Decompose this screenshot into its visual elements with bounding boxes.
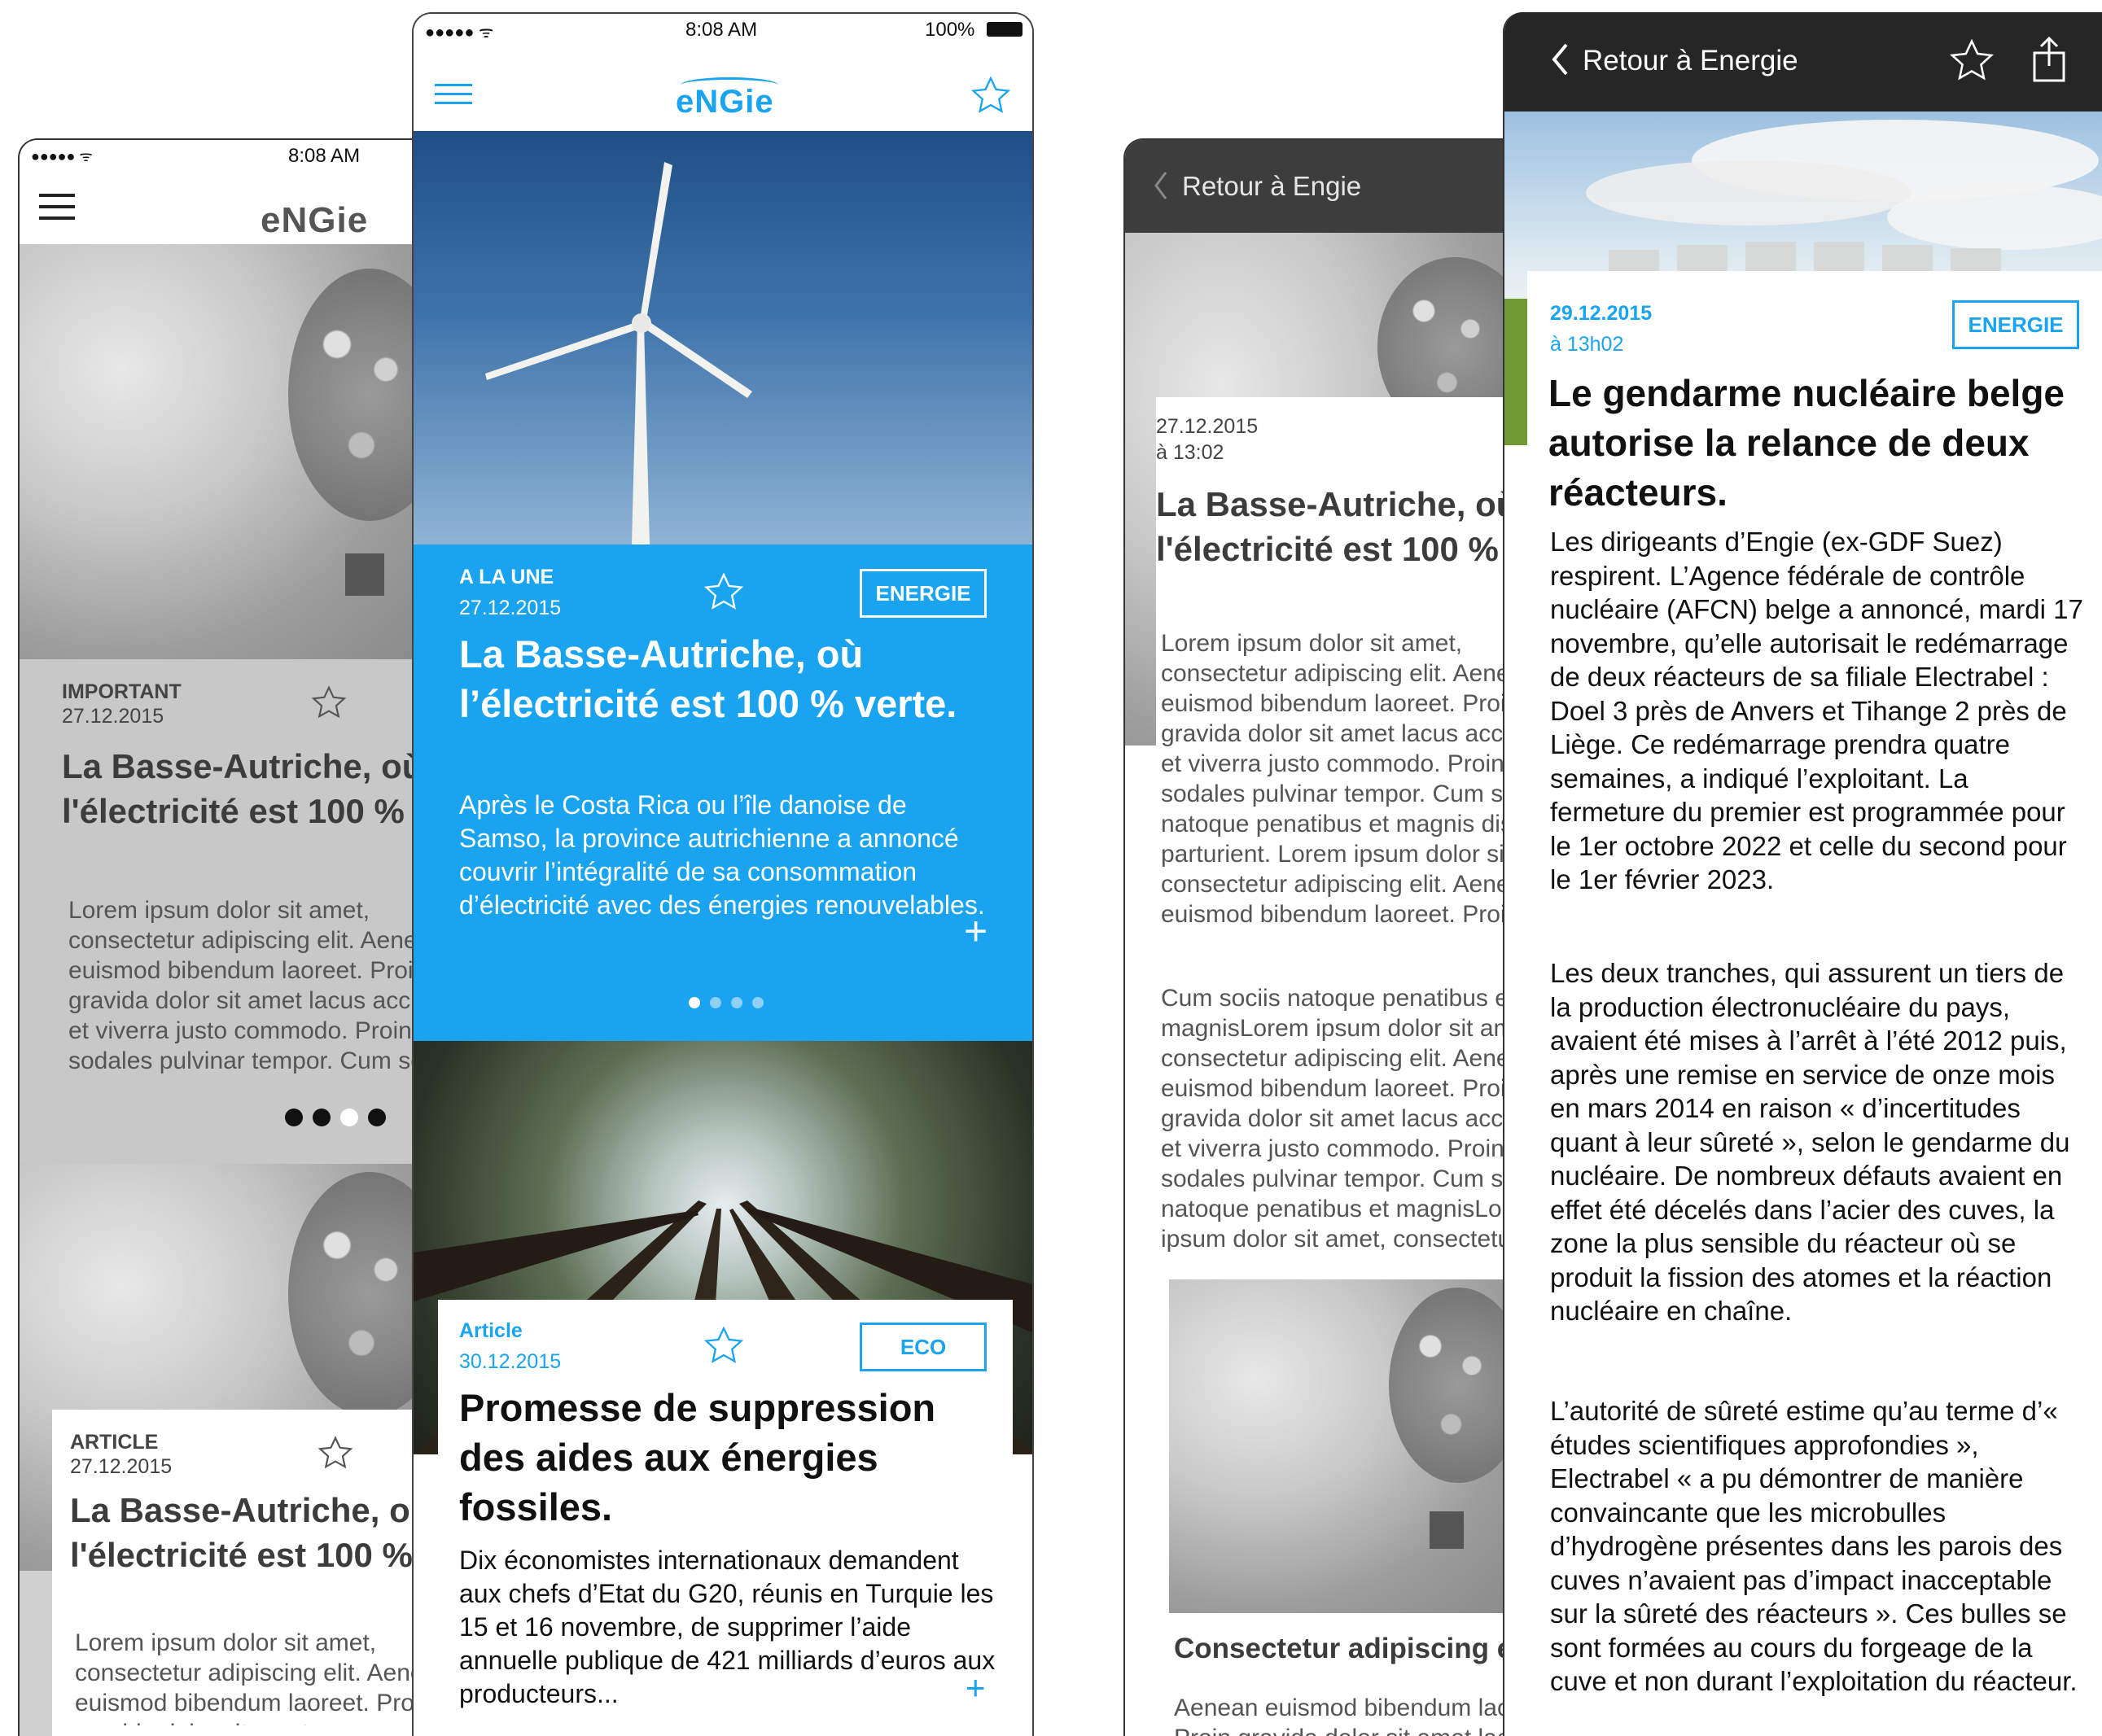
nav-bar: Retour à Energie xyxy=(1504,12,2102,112)
card-label: Article xyxy=(459,1319,523,1342)
phone-list-color: ●●●●● ᯤ 8:08 AM 100% eNGie A LA UNE 27.1… xyxy=(412,12,1034,1736)
hero-summary: Après le Costa Rica ou l’île danoise de … xyxy=(459,790,985,920)
battery-icon xyxy=(987,22,1023,37)
status-bar: ●●●●● ᯤ 8:08 AM xyxy=(20,140,423,169)
article-time: à 13:02 xyxy=(1156,441,1224,464)
card-title: La Basse-Autriche, où l'électricité est … xyxy=(62,747,423,830)
signal-icon: ●●●●● ᯤ xyxy=(31,148,93,164)
card-title: La Basse-Autriche, où l'électricité est … xyxy=(70,1491,423,1574)
card-label: IMPORTANT xyxy=(62,680,182,703)
hamburger-icon[interactable] xyxy=(39,194,75,220)
wind-turbine-image xyxy=(485,162,752,544)
hero-label: A LA UNE xyxy=(459,566,554,588)
hero-tag-energie[interactable]: ENERGIE xyxy=(860,569,987,618)
carousel-dots[interactable] xyxy=(684,997,769,1012)
news-card[interactable]: ARTICLE 27.12.2015 La Basse-Autriche, où… xyxy=(52,1410,423,1736)
back-link[interactable]: Retour à Energie xyxy=(1583,45,1798,77)
house-image xyxy=(1430,1511,1464,1549)
status-time: 8:08 AM xyxy=(288,145,361,167)
nav-bar: Retour à Engie xyxy=(1125,140,1504,233)
share-icon[interactable] xyxy=(2032,35,2066,84)
signal-icon: ●●●●● ᯤ xyxy=(425,24,494,42)
app-header: eNGie xyxy=(414,46,1032,131)
hero-image-wind-turbine[interactable] xyxy=(414,131,1032,544)
status-time: 8:08 AM xyxy=(685,19,758,41)
article-paragraph: Lorem ipsum dolor sit amet, consectetur … xyxy=(1161,630,1504,928)
article-tag-energie[interactable]: ENERGIE xyxy=(1952,300,2079,349)
news-card[interactable]: Article 30.12.2015 ECO Promesse de suppr… xyxy=(438,1300,1013,1736)
card-summary: Dix économistes internationaux demandent… xyxy=(459,1546,996,1708)
article-paragraph: Les dirigeants d’Engie (ex-GDF Suez) res… xyxy=(1550,527,2083,894)
hamburger-icon[interactable] xyxy=(435,84,472,105)
hero-title: La Basse-Autriche, où l’électricité est … xyxy=(459,632,957,725)
card-date: 30.12.2015 xyxy=(459,1350,562,1373)
article-date: 27.12.2015 xyxy=(1156,415,1259,438)
article-paragraph: Cum sociis natoque penatibus et magnisLo… xyxy=(1161,985,1504,1253)
card-date: 27.12.2015 xyxy=(70,1455,173,1478)
card-title: Promesse de suppression des aides aux én… xyxy=(459,1386,936,1528)
star-icon[interactable] xyxy=(311,685,347,719)
article-card: 29.12.2015 à 13h02 ENERGIE Le gendarme n… xyxy=(1527,271,2102,1736)
article-paragraph: L’autorité de sûreté estime qu’au terme … xyxy=(1550,1396,2078,1696)
card-label: ARTICLE xyxy=(70,1431,159,1454)
card-body: Lorem ipsum dolor sit amet, consectetur … xyxy=(75,1629,423,1725)
battery-text: 100% xyxy=(925,19,975,41)
article-tag-eco[interactable]: ECO xyxy=(860,1323,987,1371)
carousel-dots[interactable] xyxy=(280,1109,391,1130)
article-subtitle: Consectetur adipiscing elit xyxy=(1174,1633,1506,1664)
star-icon[interactable] xyxy=(703,1326,744,1365)
hero-card[interactable]: A LA UNE 27.12.2015 ENERGIE La Basse-Aut… xyxy=(414,544,1032,1041)
balloons-image xyxy=(288,269,423,521)
article-title: Le gendarme nucléaire belge autorise la … xyxy=(1548,372,2065,514)
status-bar: ●●●●● ᯤ 8:08 AM 100% xyxy=(414,14,1032,46)
back-link[interactable]: Retour à Engie xyxy=(1182,171,1361,202)
hero-more-button[interactable]: + xyxy=(964,911,988,951)
phone-detail-gray: Retour à Engie 27.12.2015 à 13:02 La Bas… xyxy=(1123,138,1506,1736)
balloons-image xyxy=(288,1172,423,1416)
balloons-image xyxy=(1389,1288,1504,1483)
phone-list-gray: ●●●●● ᯤ 8:08 AM eNGie IMPORTANT 27.12.20… xyxy=(18,138,425,1736)
news-card[interactable]: IMPORTANT 27.12.2015 La Basse-Autriche, … xyxy=(20,659,425,1164)
star-icon[interactable] xyxy=(1949,38,1995,82)
article-title: La Basse-Autriche, où l'électricité est … xyxy=(1156,485,1504,568)
star-icon[interactable] xyxy=(703,572,744,611)
article-date: 29.12.2015 xyxy=(1550,302,1653,325)
article-inline-image xyxy=(1169,1279,1504,1613)
card-image[interactable] xyxy=(20,244,423,659)
chevron-left-icon[interactable] xyxy=(1550,42,1570,77)
card-body: Lorem ipsum dolor sit amet, consectetur … xyxy=(68,897,425,1074)
star-icon[interactable] xyxy=(317,1436,353,1470)
card-more-button[interactable]: + xyxy=(966,1671,986,1705)
article-time: à 13h02 xyxy=(1550,333,1624,356)
article-paragraph: Aenean euismod bibendum laoreet. Proin g… xyxy=(1174,1694,1504,1736)
hero-date: 27.12.2015 xyxy=(459,597,562,619)
star-icon[interactable] xyxy=(970,76,1011,115)
chevron-left-icon[interactable] xyxy=(1153,169,1169,202)
engie-logo[interactable]: eNGie xyxy=(261,200,368,241)
phone-detail-color: Retour à Energie 29.12.2015 à 13h02 ENER… xyxy=(1503,12,2102,1736)
card-date: 27.12.2015 xyxy=(62,705,164,728)
article-paragraph: Les deux tranches, qui assurent un tiers… xyxy=(1550,958,2070,1326)
house-image xyxy=(345,553,384,596)
logo-arc xyxy=(681,77,778,93)
app-header: eNGie xyxy=(20,169,423,245)
